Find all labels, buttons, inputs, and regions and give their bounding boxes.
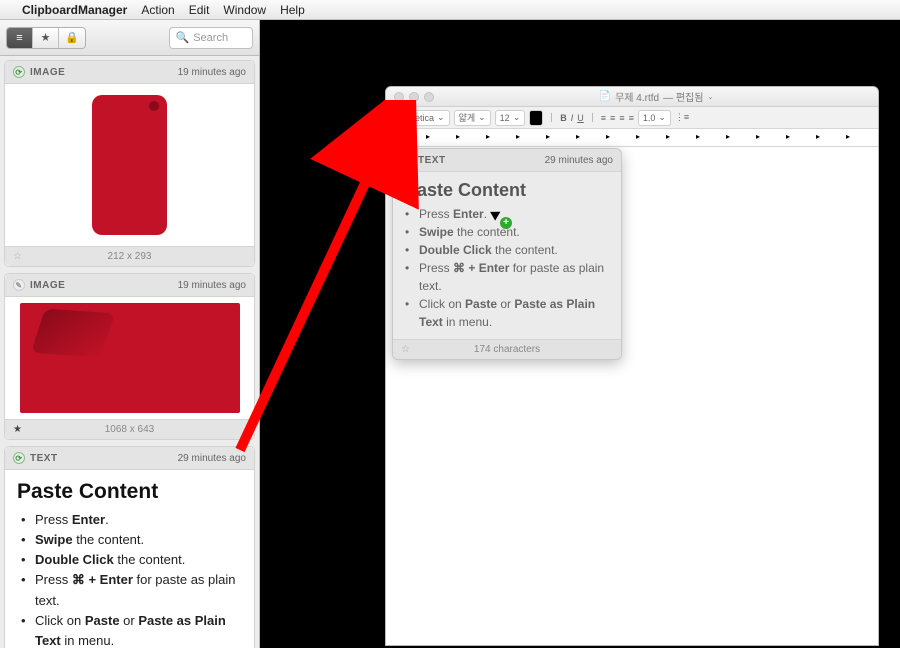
clip-type-label: TEXT	[30, 453, 58, 464]
type-badge-icon: ⟳	[13, 66, 25, 78]
search-field[interactable]: 🔍 Search	[169, 27, 254, 49]
document-icon: 📄	[599, 91, 611, 102]
drag-preview-card: ⟳TEXT 29 minutes ago Paste Content Press…	[392, 148, 622, 360]
clip-title: Paste Content	[17, 480, 242, 504]
text-color-button[interactable]	[529, 110, 543, 126]
clipboard-panel: ≡ ★ 🔒 🔍 Search ⟳IMAGE 19 minutes ago ☆ 2	[0, 20, 260, 648]
format-toolbar: Helvetica⌄ 얇게⌄ 12⌄ ｜ B I U ｜ ≡ ≡ ≡ ≡ 1.0…	[386, 107, 878, 129]
clip-footer: ☆ 212 x 293	[5, 246, 254, 266]
menu-action[interactable]: Action	[141, 3, 174, 17]
clip-header: ⟳ IMAGE 19 minutes ago	[5, 61, 254, 84]
clip-title: Paste Content	[405, 180, 609, 201]
align-left-button[interactable]: ≡	[601, 113, 606, 123]
toolbar-separator: ｜	[588, 111, 597, 124]
clip-age: 19 minutes ago	[178, 67, 246, 78]
font-family-select[interactable]: Helvetica⌄	[392, 110, 450, 126]
list-view-button[interactable]: ≡	[7, 28, 33, 48]
star-icon[interactable]: ★	[13, 424, 22, 435]
list-button[interactable]: ⋮≡	[675, 112, 689, 123]
clip-header: ✎ IMAGE 19 minutes ago	[5, 274, 254, 297]
clip-dimensions: 1068 x 643	[105, 424, 155, 435]
toolbar-separator: ｜	[547, 111, 556, 124]
clip-age: 29 minutes ago	[178, 453, 246, 464]
font-style-select[interactable]: 얇게⌄	[454, 110, 491, 126]
clip-type-label: IMAGE	[30, 280, 65, 291]
clip-age: 19 minutes ago	[178, 280, 246, 291]
star-icon[interactable]: ☆	[13, 251, 22, 262]
clip-footer: ★ 1068 x 643	[5, 419, 254, 439]
clip-item-image-2[interactable]: ✎ IMAGE 19 minutes ago ★ 1068 x 643	[4, 273, 255, 440]
lock-view-button[interactable]: 🔒	[59, 28, 85, 48]
italic-button[interactable]: I	[571, 113, 574, 123]
clip-dimensions: 212 x 293	[108, 251, 152, 262]
window-controls[interactable]	[394, 92, 434, 102]
clip-charcount: 174 characters	[474, 344, 540, 355]
clip-item-text[interactable]: ⟳ TEXT 29 minutes ago Paste Content Press…	[4, 446, 255, 648]
view-segmented-control[interactable]: ≡ ★ 🔒	[6, 27, 86, 49]
clipboard-toolbar: ≡ ★ 🔒 🔍 Search	[0, 20, 259, 56]
clip-age: 29 minutes ago	[545, 155, 613, 166]
document-status: — 편집됨	[663, 89, 703, 104]
app-name[interactable]: ClipboardManager	[22, 3, 127, 17]
search-placeholder: Search	[193, 32, 228, 44]
clip-type-label: TEXT	[418, 155, 446, 166]
zoom-window-button[interactable]	[424, 92, 434, 102]
type-badge-icon: ✎	[13, 279, 25, 291]
line-spacing-select[interactable]: 1.0⌄	[638, 110, 671, 126]
menu-help[interactable]: Help	[280, 3, 305, 17]
clip-header: ⟳ TEXT 29 minutes ago	[5, 447, 254, 470]
ruler[interactable]: ▸▸▸▸▸▸▸▸▸▸▸▸▸▸▸▸	[386, 129, 878, 147]
type-badge-icon: ⟳	[13, 452, 25, 464]
menu-window[interactable]: Window	[223, 3, 266, 17]
search-icon: 🔍	[176, 31, 190, 44]
document-title: 무제 4.rtfd	[615, 89, 659, 104]
product-image	[20, 303, 240, 413]
minimize-window-button[interactable]	[409, 92, 419, 102]
align-right-button[interactable]: ≡	[619, 113, 624, 123]
system-menubar: ClipboardManager Action Edit Window Help	[0, 0, 900, 20]
align-justify-button[interactable]: ≡	[629, 113, 634, 123]
type-badge-icon: ⟳	[401, 154, 413, 166]
clip-item-image-1[interactable]: ⟳ IMAGE 19 minutes ago ☆ 212 x 293	[4, 60, 255, 267]
favorites-view-button[interactable]: ★	[33, 28, 59, 48]
clip-thumbnail	[5, 84, 254, 246]
clip-thumbnail	[5, 297, 254, 419]
star-icon: ☆	[401, 344, 410, 355]
menu-edit[interactable]: Edit	[189, 3, 210, 17]
underline-button[interactable]: U	[577, 113, 584, 123]
title-dropdown-icon[interactable]: ⌄	[707, 93, 713, 101]
clip-text-content: Paste Content Press Enter. Swipe the con…	[5, 470, 254, 648]
window-titlebar[interactable]: 📄 무제 4.rtfd — 편집됨 ⌄	[386, 87, 878, 107]
font-size-select[interactable]: 12⌄	[495, 110, 526, 126]
close-window-button[interactable]	[394, 92, 404, 102]
bold-button[interactable]: B	[560, 113, 567, 123]
clip-type-label: IMAGE	[30, 67, 65, 78]
product-image	[60, 90, 200, 240]
clip-list[interactable]: ⟳ IMAGE 19 minutes ago ☆ 212 x 293 ✎ IMAGE…	[0, 56, 259, 648]
align-center-button[interactable]: ≡	[610, 113, 615, 123]
